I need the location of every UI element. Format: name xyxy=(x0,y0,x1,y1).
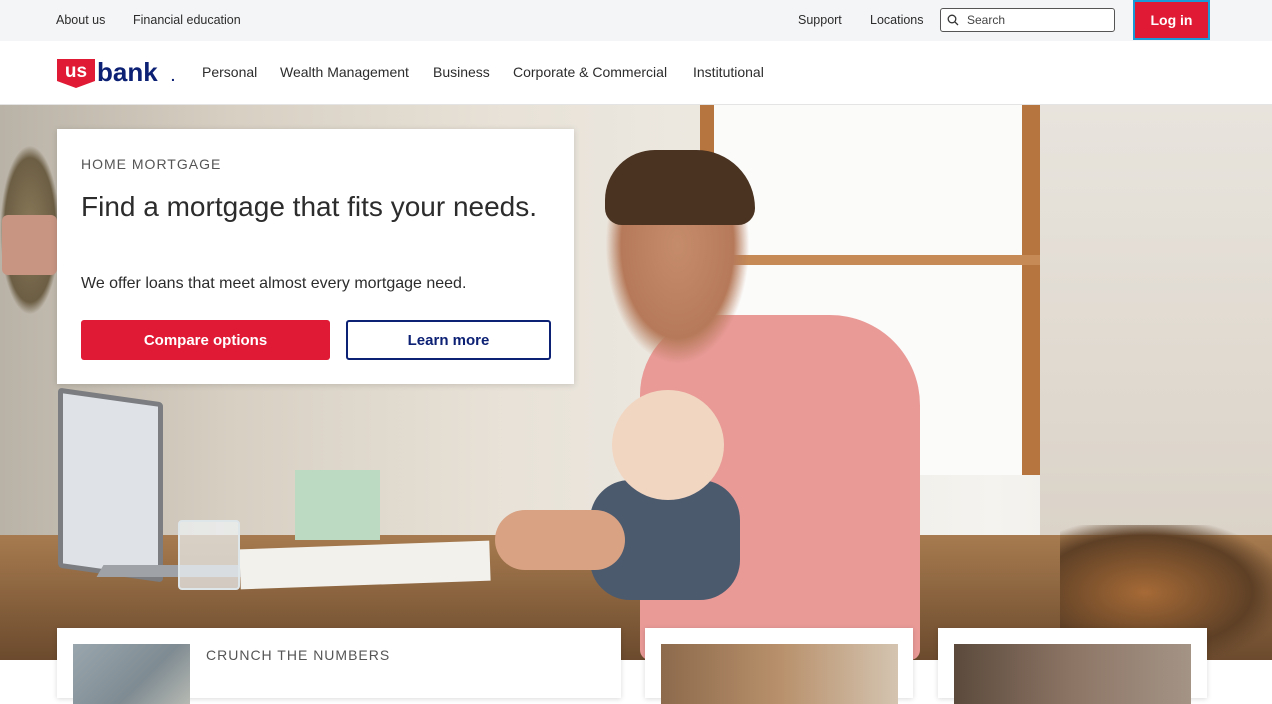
hero-subtext: We offer loans that meet almost every mo… xyxy=(81,275,467,292)
support-link[interactable]: Support xyxy=(798,13,842,27)
nav-item-corporate-commercial[interactable]: Corporate & Commercial xyxy=(513,64,667,80)
nav-item-institutional[interactable]: Institutional xyxy=(693,64,764,80)
baby-head xyxy=(612,390,724,500)
hands-decoration xyxy=(495,510,625,570)
calendar-decoration xyxy=(295,470,380,540)
logo-us-text: us xyxy=(65,61,87,82)
hero-eyebrow: HOME MORTGAGE xyxy=(81,156,222,172)
promo-image xyxy=(661,644,898,704)
utility-bar: About us Financial education Support Loc… xyxy=(0,0,1272,41)
pot-decoration xyxy=(2,215,57,275)
login-button[interactable]: Log in xyxy=(1133,0,1210,40)
promo-card-3[interactable] xyxy=(938,628,1207,704)
nav-item-business[interactable]: Business xyxy=(433,64,490,80)
usbank-logo[interactable]: us bank . xyxy=(56,57,178,89)
search-icon xyxy=(947,14,959,26)
logo-mark-text: . xyxy=(171,68,175,84)
hero-headline: Find a mortgage that fits your needs. xyxy=(81,191,538,222)
hero-card: HOME MORTGAGE Find a mortgage that fits … xyxy=(57,129,574,384)
locations-link[interactable]: Locations xyxy=(870,13,924,27)
nav-item-personal[interactable]: Personal xyxy=(202,64,257,80)
search-field[interactable] xyxy=(940,8,1115,32)
financial-education-link[interactable]: Financial education xyxy=(133,13,241,27)
glass-decoration xyxy=(178,520,240,590)
promo-card-crunch-numbers[interactable]: CRUNCH THE NUMBERS xyxy=(57,628,621,704)
promo-image xyxy=(73,644,190,704)
search-input[interactable] xyxy=(967,11,1107,29)
compare-options-button[interactable]: Compare options xyxy=(81,320,330,360)
main-nav: us bank . Personal Wealth Management Bus… xyxy=(0,41,1272,105)
window-bar-decoration xyxy=(700,255,1040,265)
logo-bank-text: bank xyxy=(97,57,158,87)
promo-eyebrow: CRUNCH THE NUMBERS xyxy=(206,647,391,663)
about-us-link[interactable]: About us xyxy=(56,13,105,27)
promo-card-2[interactable] xyxy=(645,628,913,704)
learn-more-button[interactable]: Learn more xyxy=(346,320,551,360)
laptop-decoration xyxy=(58,387,163,583)
promo-image xyxy=(954,644,1191,704)
nav-item-wealth-management[interactable]: Wealth Management xyxy=(280,64,409,80)
